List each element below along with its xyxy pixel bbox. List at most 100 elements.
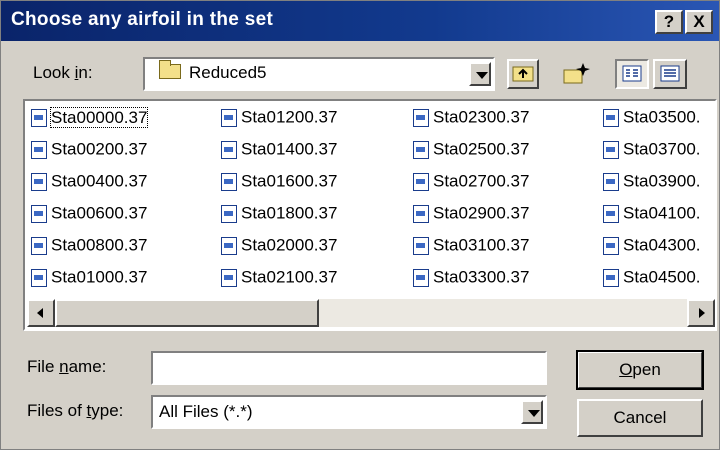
file-name: Sta02900.37 bbox=[433, 203, 530, 223]
file-name: Sta01600.37 bbox=[241, 171, 338, 191]
file-icon bbox=[221, 108, 237, 127]
close-button[interactable]: X bbox=[685, 10, 713, 34]
file-name: Sta02100.37 bbox=[241, 267, 338, 287]
file-item[interactable]: Sta01000.37 bbox=[31, 267, 147, 291]
file-name: Sta01000.37 bbox=[51, 267, 148, 287]
file-item[interactable]: Sta00600.37 bbox=[31, 203, 147, 227]
folder-icon bbox=[159, 60, 181, 79]
list-view-button[interactable] bbox=[615, 59, 649, 89]
cancel-button[interactable]: Cancel bbox=[577, 399, 703, 437]
file-name: Sta03500. bbox=[623, 107, 701, 127]
file-icon bbox=[413, 268, 429, 287]
file-open-dialog: Choose any airfoil in the set ? X Look i… bbox=[0, 0, 720, 450]
create-new-folder-icon bbox=[563, 63, 590, 84]
file-name: Sta01800.37 bbox=[241, 203, 338, 223]
file-item[interactable]: Sta04300. bbox=[603, 235, 701, 259]
file-item[interactable]: Sta04100. bbox=[603, 203, 701, 227]
file-item[interactable]: Sta02500.37 bbox=[413, 139, 529, 163]
close-icon: X bbox=[693, 12, 705, 31]
file-name: Sta00000.37 bbox=[49, 106, 149, 128]
file-name: Sta04500. bbox=[623, 267, 701, 287]
file-item[interactable]: Sta03700. bbox=[603, 139, 701, 163]
file-name-label: File name: bbox=[27, 357, 107, 376]
scroll-thumb[interactable] bbox=[55, 299, 319, 327]
file-item[interactable]: Sta00400.37 bbox=[31, 171, 147, 195]
file-item[interactable]: Sta01400.37 bbox=[221, 139, 337, 163]
look-in-dropdown-arrow[interactable] bbox=[469, 62, 491, 86]
file-item[interactable]: Sta03500. bbox=[603, 107, 701, 131]
help-icon: ? bbox=[663, 12, 675, 31]
file-icon bbox=[221, 236, 237, 255]
file-icon bbox=[31, 268, 47, 287]
details-view-icon bbox=[660, 65, 680, 82]
file-icon bbox=[31, 204, 47, 223]
look-in-label: Look in: bbox=[33, 63, 93, 82]
look-in-value: Reduced5 bbox=[189, 63, 267, 82]
file-icon bbox=[603, 172, 619, 191]
file-item[interactable]: Sta03300.37 bbox=[413, 267, 529, 291]
file-name: Sta01400.37 bbox=[241, 139, 338, 159]
file-item[interactable]: Sta00800.37 bbox=[31, 235, 147, 259]
file-icon bbox=[603, 236, 619, 255]
title-bar[interactable]: Choose any airfoil in the set ? X bbox=[1, 1, 719, 41]
horizontal-scrollbar[interactable] bbox=[27, 299, 715, 327]
file-icon bbox=[603, 108, 619, 127]
file-icon bbox=[603, 204, 619, 223]
file-item[interactable]: Sta02000.37 bbox=[221, 235, 337, 259]
files-of-type-label: Files of type: bbox=[27, 401, 124, 420]
file-name: Sta00600.37 bbox=[51, 203, 148, 223]
scroll-left-icon bbox=[37, 308, 43, 318]
files-of-type-select[interactable]: All Files (*.*) bbox=[151, 395, 547, 429]
file-name: Sta03700. bbox=[623, 139, 701, 159]
look-in-dropdown[interactable]: Reduced5 bbox=[143, 57, 495, 91]
file-icon bbox=[221, 268, 237, 287]
file-icon bbox=[31, 108, 47, 127]
file-name: Sta04100. bbox=[623, 203, 701, 223]
file-icon bbox=[221, 204, 237, 223]
file-icon bbox=[221, 140, 237, 159]
file-item[interactable]: Sta01800.37 bbox=[221, 203, 337, 227]
files-of-type-dropdown-arrow[interactable] bbox=[521, 400, 543, 424]
up-one-level-button[interactable] bbox=[507, 59, 539, 89]
list-view-icon bbox=[622, 65, 642, 82]
file-item[interactable]: Sta03900. bbox=[603, 171, 701, 195]
file-name: Sta02000.37 bbox=[241, 235, 338, 255]
file-item[interactable]: Sta02100.37 bbox=[221, 267, 337, 291]
file-name: Sta00200.37 bbox=[51, 139, 148, 159]
files-of-type-value: All Files (*.*) bbox=[159, 402, 253, 421]
file-icon bbox=[603, 140, 619, 159]
file-name: Sta01200.37 bbox=[241, 107, 338, 127]
scroll-right-button[interactable] bbox=[687, 299, 715, 327]
file-name: Sta03900. bbox=[623, 171, 701, 191]
file-item[interactable]: Sta00200.37 bbox=[31, 139, 147, 163]
file-item[interactable]: Sta03100.37 bbox=[413, 235, 529, 259]
window-title: Choose any airfoil in the set bbox=[11, 9, 274, 30]
file-item[interactable]: Sta04500. bbox=[603, 267, 701, 291]
file-item[interactable]: Sta01600.37 bbox=[221, 171, 337, 195]
file-name-input[interactable] bbox=[151, 351, 547, 385]
file-icon bbox=[413, 108, 429, 127]
file-item[interactable]: Sta02700.37 bbox=[413, 171, 529, 195]
file-item[interactable]: Sta01200.37 bbox=[221, 107, 337, 131]
details-view-button[interactable] bbox=[653, 59, 687, 89]
scroll-right-icon bbox=[699, 308, 705, 318]
open-button[interactable]: Open bbox=[576, 350, 704, 390]
file-icon bbox=[413, 236, 429, 255]
file-icon bbox=[603, 268, 619, 287]
file-item[interactable]: Sta02300.37 bbox=[413, 107, 529, 131]
file-name: Sta03300.37 bbox=[433, 267, 530, 287]
scroll-left-button[interactable] bbox=[27, 299, 55, 327]
up-one-level-icon bbox=[512, 66, 534, 82]
file-name: Sta00400.37 bbox=[51, 171, 148, 191]
file-icon bbox=[221, 172, 237, 191]
file-icon bbox=[31, 140, 47, 159]
file-name: Sta04300. bbox=[623, 235, 701, 255]
file-item[interactable]: Sta02900.37 bbox=[413, 203, 529, 227]
help-button[interactable]: ? bbox=[655, 10, 683, 34]
file-icon bbox=[413, 204, 429, 223]
file-icon bbox=[31, 172, 47, 191]
file-item[interactable]: Sta00000.37 bbox=[31, 106, 149, 131]
file-icon bbox=[413, 140, 429, 159]
file-name: Sta02700.37 bbox=[433, 171, 530, 191]
create-new-folder-button[interactable] bbox=[559, 59, 593, 89]
